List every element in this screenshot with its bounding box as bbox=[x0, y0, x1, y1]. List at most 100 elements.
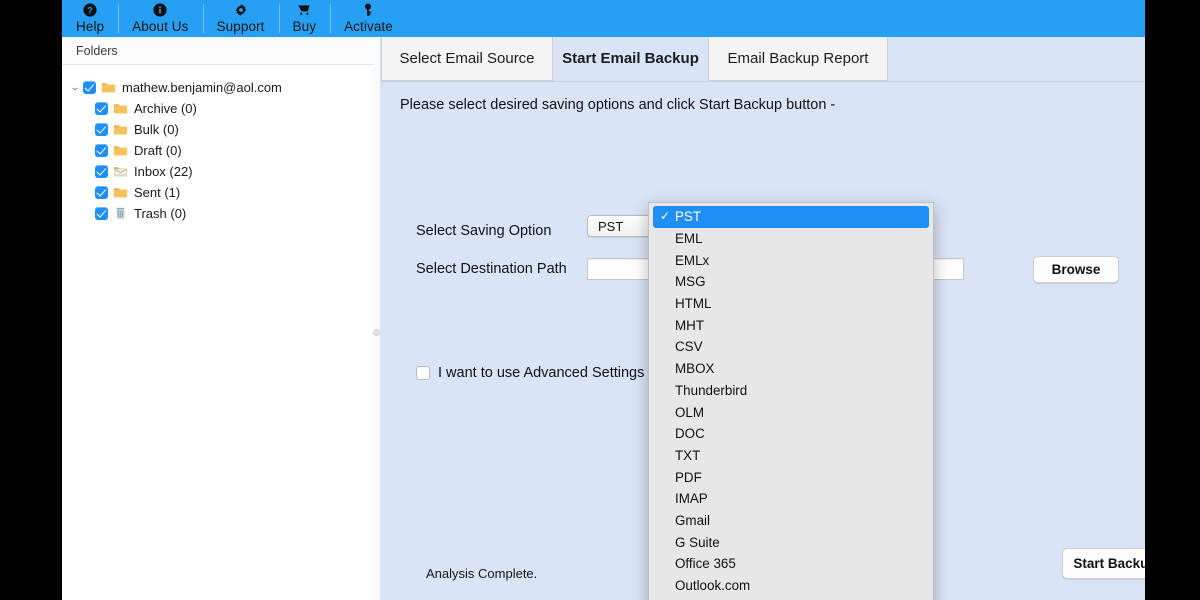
panel-instruction: Please select desired saving options and… bbox=[400, 97, 835, 113]
dropdown-option-csv[interactable]: CSV bbox=[649, 336, 933, 358]
tab-email-backup-report-label: Email Backup Report bbox=[728, 50, 869, 67]
question-circle-icon: ? bbox=[83, 3, 97, 18]
advanced-settings-label: I want to use Advanced Settings bbox=[438, 365, 644, 381]
dropdown-option-label: HTML bbox=[675, 296, 711, 311]
dropdown-option-label: TXT bbox=[675, 448, 700, 463]
folder-icon bbox=[113, 143, 128, 158]
folder-icon bbox=[113, 122, 128, 137]
dropdown-option-pdf[interactable]: PDF bbox=[649, 466, 933, 488]
tree-item-trash[interactable]: Trash (0) bbox=[62, 203, 373, 224]
tree-item-draft[interactable]: Draft (0) bbox=[62, 140, 373, 161]
folders-header-label: Folders bbox=[76, 44, 118, 58]
key-icon bbox=[361, 3, 375, 18]
dropdown-option-label: G Suite bbox=[675, 535, 720, 550]
advanced-settings-row[interactable]: I want to use Advanced Settings bbox=[416, 365, 644, 381]
menu-item-about-us-label: About Us bbox=[132, 19, 188, 34]
advanced-settings-checkbox[interactable] bbox=[416, 366, 430, 380]
dropdown-option-yahoo[interactable]: Yahoo bbox=[649, 596, 933, 600]
tab-email-backup-report[interactable]: Email Backup Report bbox=[708, 37, 888, 81]
menu-item-buy-label: Buy bbox=[293, 19, 317, 34]
start-backup-button-label: Start Backup bbox=[1073, 556, 1145, 571]
menu-item-activate[interactable]: Activate bbox=[330, 0, 407, 37]
dropdown-option-label: IMAP bbox=[675, 491, 708, 506]
tab-start-email-backup[interactable]: Start Email Backup bbox=[553, 37, 708, 81]
dropdown-option-label: EML bbox=[675, 231, 703, 246]
dropdown-option-html[interactable]: HTML bbox=[649, 293, 933, 315]
folder-icon bbox=[113, 101, 128, 116]
dropdown-option-label: Office 365 bbox=[675, 556, 736, 571]
top-menu-bar: ? Help About Us Support Buy bbox=[62, 0, 1145, 37]
dropdown-option-label: PDF bbox=[675, 470, 702, 485]
dropdown-option-label: MSG bbox=[675, 274, 706, 289]
dropdown-option-office-365[interactable]: Office 365 bbox=[649, 553, 933, 575]
saving-option-label: Select Saving Option bbox=[416, 223, 551, 239]
bulk-checkbox[interactable] bbox=[95, 123, 108, 136]
tree-item-archive[interactable]: Archive (0) bbox=[62, 98, 373, 119]
dropdown-option-label: MHT bbox=[675, 318, 704, 333]
draft-checkbox[interactable] bbox=[95, 144, 108, 157]
menu-item-help[interactable]: ? Help bbox=[62, 0, 118, 37]
status-text: Analysis Complete. bbox=[426, 566, 537, 581]
dropdown-option-eml[interactable]: EML bbox=[649, 228, 933, 250]
tree-item-inbox-label: Inbox (22) bbox=[134, 164, 193, 179]
saving-option-dropdown-menu[interactable]: PST EML EMLx MSG HTML MHT CSV MBOX Thunderbird OL… bbox=[648, 202, 934, 600]
menu-item-about-us[interactable]: About Us bbox=[118, 0, 202, 37]
dropdown-option-gmail[interactable]: Gmail bbox=[649, 510, 933, 532]
dropdown-option-label: Outlook.com bbox=[675, 578, 750, 593]
trash-checkbox[interactable] bbox=[95, 207, 108, 220]
trash-icon bbox=[113, 206, 128, 221]
dropdown-option-mbox[interactable]: MBOX bbox=[649, 358, 933, 380]
sidebar-splitter[interactable] bbox=[373, 37, 379, 600]
dropdown-option-thunderbird[interactable]: Thunderbird bbox=[649, 380, 933, 402]
dropdown-option-outlook-com[interactable]: Outlook.com bbox=[649, 575, 933, 597]
folder-tree: ⌄ mathew.benjamin@aol.com Archive (0) bbox=[62, 65, 373, 224]
dropdown-option-imap[interactable]: IMAP bbox=[649, 488, 933, 510]
tree-item-bulk-label: Bulk (0) bbox=[134, 122, 179, 137]
dropdown-option-mht[interactable]: MHT bbox=[649, 314, 933, 336]
menu-item-help-label: Help bbox=[76, 19, 104, 34]
menu-item-support-label: Support bbox=[217, 19, 265, 34]
splitter-handle[interactable] bbox=[373, 329, 380, 336]
menu-item-support[interactable]: Support bbox=[203, 0, 279, 37]
left-letterbox bbox=[0, 0, 62, 600]
folder-icon bbox=[101, 80, 116, 95]
dropdown-option-olm[interactable]: OLM bbox=[649, 401, 933, 423]
dropdown-option-emlx[interactable]: EMLx bbox=[649, 249, 933, 271]
dropdown-option-label: DOC bbox=[675, 426, 705, 441]
dropdown-option-label: CSV bbox=[675, 339, 703, 354]
tree-item-account[interactable]: ⌄ mathew.benjamin@aol.com bbox=[62, 77, 373, 98]
dropdown-option-txt[interactable]: TXT bbox=[649, 445, 933, 467]
tree-item-archive-label: Archive (0) bbox=[134, 101, 197, 116]
dropdown-option-label: Thunderbird bbox=[675, 383, 747, 398]
tree-item-bulk[interactable]: Bulk (0) bbox=[62, 119, 373, 140]
dropdown-option-label: EMLx bbox=[675, 253, 709, 268]
gear-icon bbox=[234, 3, 248, 18]
tab-select-email-source[interactable]: Select Email Source bbox=[381, 37, 553, 81]
sent-checkbox[interactable] bbox=[95, 186, 108, 199]
dropdown-option-msg[interactable]: MSG bbox=[649, 271, 933, 293]
dropdown-option-label: MBOX bbox=[675, 361, 714, 376]
svg-text:?: ? bbox=[87, 6, 93, 16]
menu-item-buy[interactable]: Buy bbox=[279, 0, 331, 37]
start-backup-button[interactable]: Start Backup bbox=[1062, 548, 1145, 579]
browse-button[interactable]: Browse bbox=[1033, 256, 1119, 283]
dropdown-option-label: Gmail bbox=[675, 513, 710, 528]
tree-item-sent[interactable]: Sent (1) bbox=[62, 182, 373, 203]
folders-header: Folders bbox=[62, 37, 373, 65]
right-letterbox bbox=[1145, 0, 1200, 600]
tab-strip: Select Email Source Start Email Backup E… bbox=[380, 37, 1145, 82]
account-checkbox[interactable] bbox=[83, 81, 96, 94]
info-circle-icon bbox=[153, 3, 167, 18]
dropdown-option-pst[interactable]: PST bbox=[653, 206, 929, 228]
archive-checkbox[interactable] bbox=[95, 102, 108, 115]
dropdown-option-doc[interactable]: DOC bbox=[649, 423, 933, 445]
tree-item-sent-label: Sent (1) bbox=[134, 185, 180, 200]
destination-path-label: Select Destination Path bbox=[416, 261, 567, 277]
tab-start-email-backup-label: Start Email Backup bbox=[562, 50, 699, 67]
tree-item-inbox[interactable]: Inbox (22) bbox=[62, 161, 373, 182]
inbox-folder-icon bbox=[113, 164, 128, 179]
dropdown-option-g-suite[interactable]: G Suite bbox=[649, 531, 933, 553]
inbox-checkbox[interactable] bbox=[95, 165, 108, 178]
tree-item-account-label: mathew.benjamin@aol.com bbox=[122, 80, 282, 95]
folder-icon bbox=[113, 185, 128, 200]
